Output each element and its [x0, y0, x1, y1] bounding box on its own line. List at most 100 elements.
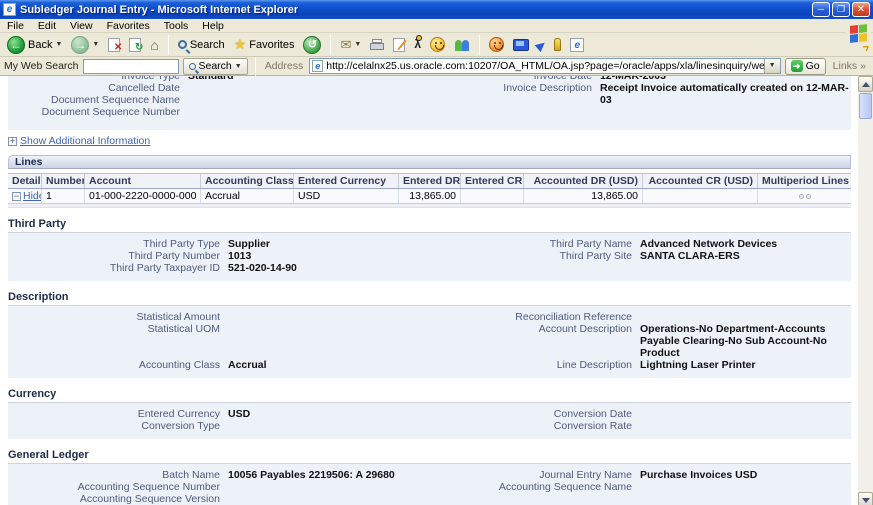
- address-dropdown-button[interactable]: ▼: [764, 59, 780, 73]
- search-button[interactable]: Search: [175, 38, 228, 52]
- expand-plus-icon[interactable]: +: [8, 137, 17, 146]
- print-button[interactable]: [367, 38, 387, 52]
- menu-help[interactable]: Help: [195, 19, 231, 32]
- row-divider-strip: [8, 204, 851, 208]
- accounting-sequence-version-value: [228, 493, 430, 505]
- close-button[interactable]: ✕: [852, 2, 870, 17]
- lines-table-row-1: − Hide 1 01-000-2220-0000-000 Accrual US…: [8, 189, 851, 204]
- third-party-taxpayer-value: 521-020-14-90: [228, 262, 430, 274]
- minimize-button[interactable]: ─: [812, 2, 830, 17]
- window-title: Subledger Journal Entry - Microsoft Inte…: [20, 4, 812, 16]
- menu-edit[interactable]: Edit: [31, 19, 63, 32]
- mail-dropdown-icon[interactable]: ▼: [354, 41, 361, 48]
- general-ledger-panel: Batch Name10056 Payables 2219506: A 2968…: [8, 464, 851, 505]
- back-dropdown-icon[interactable]: ▼: [55, 41, 62, 48]
- journal-entry-name-label: Journal Entry Name: [430, 469, 640, 481]
- line-accounting-class: Accrual: [201, 189, 294, 203]
- account-description-value: Operations-No Department-Accounts Payabl…: [640, 323, 835, 359]
- forward-dropdown-icon[interactable]: ▼: [92, 41, 99, 48]
- batch-name-label: Batch Name: [8, 469, 228, 481]
- menu-view[interactable]: View: [63, 19, 100, 32]
- web-search-button[interactable]: Search ▼: [183, 58, 248, 75]
- mail-button[interactable]: ✉ ▼: [337, 37, 364, 53]
- conversion-date-value: [640, 408, 851, 420]
- search-icon: [189, 63, 196, 70]
- hide-link[interactable]: Hide: [23, 190, 42, 202]
- entered-currency-label: Entered Currency: [8, 408, 228, 420]
- address-input[interactable]: e http://celalnx25.us.oracle.com:10207/O…: [309, 58, 780, 74]
- menu-file[interactable]: File: [0, 19, 31, 32]
- screen-button[interactable]: [510, 38, 530, 52]
- aim-button[interactable]: λ: [411, 36, 424, 53]
- links-bar[interactable]: Links »: [830, 60, 869, 72]
- third-party-name-label: Third Party Name: [430, 238, 640, 250]
- menu-favorites[interactable]: Favorites: [100, 19, 157, 32]
- conversion-date-label: Conversion Date: [430, 408, 640, 420]
- web-search-input[interactable]: [83, 59, 179, 74]
- web-search-button-label: Search: [199, 60, 232, 72]
- col-multiperiod-lines: Multiperiod Lines: [758, 174, 851, 188]
- forward-arrow-icon: →: [71, 36, 89, 54]
- line-entered-dr: 13,865.00: [399, 189, 461, 203]
- home-button[interactable]: ⌂: [147, 36, 161, 54]
- cancelled-date-label: Cancelled Date: [8, 82, 188, 94]
- third-party-site-label: Third Party Site: [430, 250, 640, 262]
- collapse-minus-icon[interactable]: −: [12, 192, 21, 201]
- yahoo-messenger-button[interactable]: [427, 36, 448, 53]
- favorites-label: Favorites: [249, 39, 294, 51]
- address-bar-row: My Web Search Search ▼ Address e http://…: [0, 57, 873, 76]
- links-label: Links: [833, 60, 858, 72]
- accounting-class-value: Accrual: [228, 359, 430, 371]
- edit-button[interactable]: [390, 37, 408, 53]
- msn-messenger-button[interactable]: [451, 36, 473, 53]
- favorites-button[interactable]: ★ Favorites: [231, 36, 298, 53]
- history-button[interactable]: ↺: [300, 35, 324, 55]
- multiperiod-lines-icon: [799, 194, 811, 199]
- stop-button[interactable]: ✕: [105, 37, 123, 53]
- accounting-sequence-number-label: Accounting Sequence Number: [8, 481, 228, 493]
- scroll-up-button[interactable]: [858, 76, 873, 92]
- lines-section-header: Lines: [8, 155, 851, 169]
- refresh-button[interactable]: ↻: [126, 37, 144, 53]
- third-party-number-label: Third Party Number: [8, 250, 228, 262]
- col-number: Number: [42, 174, 85, 188]
- ie-addon-button[interactable]: e: [567, 37, 587, 53]
- address-label: Address: [263, 60, 306, 72]
- col-accounting-class: Accounting Class: [201, 174, 294, 188]
- doc-sequence-number-label: Document Sequence Number: [8, 106, 188, 118]
- messenger-smiley-button[interactable]: [486, 36, 507, 53]
- restore-button[interactable]: ❐: [832, 2, 850, 17]
- forward-button[interactable]: → ▼: [68, 35, 102, 55]
- ie-window-icon: e: [3, 3, 16, 16]
- journal-entry-name-value: Purchase Invoices USD: [640, 469, 851, 481]
- line-account: 01-000-2220-0000-000: [85, 189, 201, 203]
- scrollbar-thumb[interactable]: [859, 93, 872, 119]
- reconciliation-reference-label: Reconciliation Reference: [430, 311, 640, 323]
- cancelled-date-value: [188, 82, 430, 94]
- currency-section-title: Currency: [8, 386, 851, 403]
- pointer-button[interactable]: ▶: [533, 37, 548, 53]
- accounting-sequence-number-value: [228, 481, 430, 493]
- web-search-dropdown-icon[interactable]: ▼: [235, 63, 242, 70]
- refresh-icon: ↻: [129, 38, 141, 52]
- standard-toolbar: ← Back ▼ → ▼ ✕ ↻ ⌂ Search ★ Favorites ↺: [0, 33, 873, 57]
- accounting-sequence-name-value: [640, 481, 851, 493]
- back-label: Back: [28, 39, 52, 51]
- back-button[interactable]: ← Back ▼: [4, 35, 65, 55]
- menu-tools[interactable]: Tools: [157, 19, 196, 32]
- show-additional-info-link[interactable]: Show Additional Information: [20, 135, 150, 147]
- go-button[interactable]: ➜ Go: [785, 58, 826, 75]
- line-number: 1: [42, 189, 85, 203]
- highlighter-button[interactable]: [551, 37, 564, 52]
- accounting-class-label: Accounting Class: [8, 359, 228, 371]
- lines-table: Details Number Account Accounting Class …: [8, 173, 851, 204]
- mail-icon: ✉: [340, 38, 351, 52]
- vertical-scrollbar[interactable]: [858, 76, 873, 505]
- third-party-type-value: Supplier: [228, 238, 430, 250]
- line-entered-cr: [461, 189, 524, 203]
- third-party-panel: Third Party TypeSupplier Third Party Num…: [8, 233, 851, 281]
- scroll-down-button[interactable]: [858, 492, 873, 505]
- page-icon: e: [312, 60, 323, 72]
- toolbar-separator: [330, 35, 331, 55]
- accounting-sequence-version-label: Accounting Sequence Version: [8, 493, 228, 505]
